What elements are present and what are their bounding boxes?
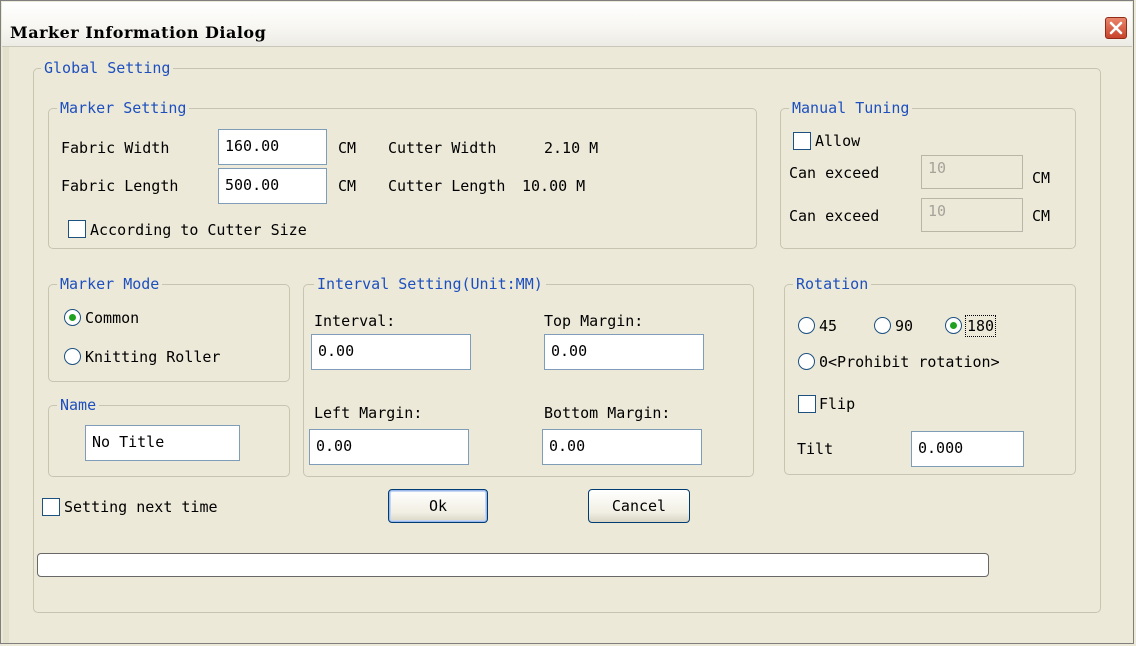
setting-next-time-checkbox[interactable]	[42, 498, 60, 516]
can-exceed-input-2[interactable]: 10	[921, 198, 1023, 232]
fabric-length-label: Fabric Length	[61, 177, 179, 195]
marker-setting-legend: Marker Setting	[57, 99, 190, 117]
radio-selected-dot	[69, 314, 76, 321]
progress-bar	[37, 553, 989, 577]
cutter-width-label: Cutter Width	[388, 139, 497, 157]
rotation-45-radio[interactable]	[798, 317, 815, 334]
tilt-label: Tilt	[797, 440, 834, 458]
marker-mode-common-label[interactable]: Common	[85, 309, 139, 327]
according-cutter-label[interactable]: According to Cutter Size	[90, 221, 307, 239]
setting-next-time-label[interactable]: Setting next time	[64, 498, 218, 516]
dialog-title: Marker Information Dialog	[10, 23, 267, 42]
interval-setting-legend: Interval Setting(Unit:MM)	[314, 275, 546, 293]
left-margin-label: Left Margin:	[314, 404, 423, 422]
fabric-width-label: Fabric Width	[61, 139, 170, 157]
ok-button[interactable]: Ok	[388, 489, 488, 523]
name-legend: Name	[57, 396, 100, 414]
marker-mode-knitting-radio[interactable]	[64, 348, 81, 365]
allow-label[interactable]: Allow	[815, 132, 860, 150]
interval-label: Interval:	[314, 312, 396, 330]
fabric-length-input[interactable]: 500.00	[218, 168, 327, 204]
left-edge	[3, 47, 9, 643]
manual-tuning-legend: Manual Tuning	[789, 99, 913, 117]
according-cutter-checkbox[interactable]	[68, 220, 86, 238]
rotation-0-radio[interactable]	[798, 353, 815, 370]
fabric-width-unit: CM	[338, 139, 357, 157]
tilt-input[interactable]: 0.000	[911, 431, 1024, 467]
fabric-length-unit: CM	[338, 177, 357, 195]
rotation-180-label[interactable]: 180	[964, 315, 997, 337]
marker-mode-knitting-label[interactable]: Knitting Roller	[85, 348, 220, 366]
can-exceed-label-1: Can exceed	[789, 164, 880, 182]
marker-mode-common-radio[interactable]	[64, 309, 81, 326]
can-exceed-label-2: Can exceed	[789, 207, 880, 225]
cutter-width-value: 2.10 M	[544, 139, 599, 157]
name-input[interactable]: No Title	[85, 425, 240, 461]
fabric-width-input[interactable]: 160.00	[218, 129, 327, 165]
top-margin-input[interactable]: 0.00	[544, 334, 704, 370]
interval-input[interactable]: 0.00	[311, 334, 471, 370]
title-bar[interactable]: Marker Information Dialog	[2, 2, 1132, 47]
radio-selected-dot	[950, 322, 957, 329]
flip-checkbox[interactable]	[798, 395, 816, 413]
can-exceed-input-1[interactable]: 10	[921, 155, 1023, 189]
rotation-90-radio[interactable]	[874, 317, 891, 334]
left-margin-input[interactable]: 0.00	[309, 429, 469, 465]
dialog-window: Marker Information Dialog Global Setting…	[0, 0, 1134, 644]
marker-mode-group: Marker Mode	[48, 275, 290, 382]
rotation-45-label[interactable]: 45	[819, 317, 837, 335]
rotation-legend: Rotation	[793, 275, 872, 293]
bottom-margin-input[interactable]: 0.00	[542, 429, 702, 465]
cancel-button[interactable]: Cancel	[588, 489, 690, 523]
close-button[interactable]	[1105, 17, 1127, 39]
cutter-length-label: Cutter Length	[388, 177, 506, 195]
top-margin-label: Top Margin:	[544, 312, 644, 330]
rotation-90-label[interactable]: 90	[895, 317, 913, 335]
allow-checkbox[interactable]	[793, 132, 811, 150]
rotation-0-label[interactable]: 0<Prohibit rotation>	[819, 353, 1000, 371]
can-exceed-unit-1: CM	[1032, 169, 1051, 187]
cutter-length-value: 10.00 M	[522, 177, 586, 195]
global-setting-legend: Global Setting	[41, 59, 174, 77]
bottom-margin-label: Bottom Margin:	[544, 404, 671, 422]
rotation-180-radio[interactable]	[945, 317, 962, 334]
can-exceed-unit-2: CM	[1032, 207, 1051, 225]
flip-label[interactable]: Flip	[819, 395, 855, 413]
close-icon	[1109, 21, 1123, 35]
marker-mode-legend: Marker Mode	[57, 275, 163, 293]
